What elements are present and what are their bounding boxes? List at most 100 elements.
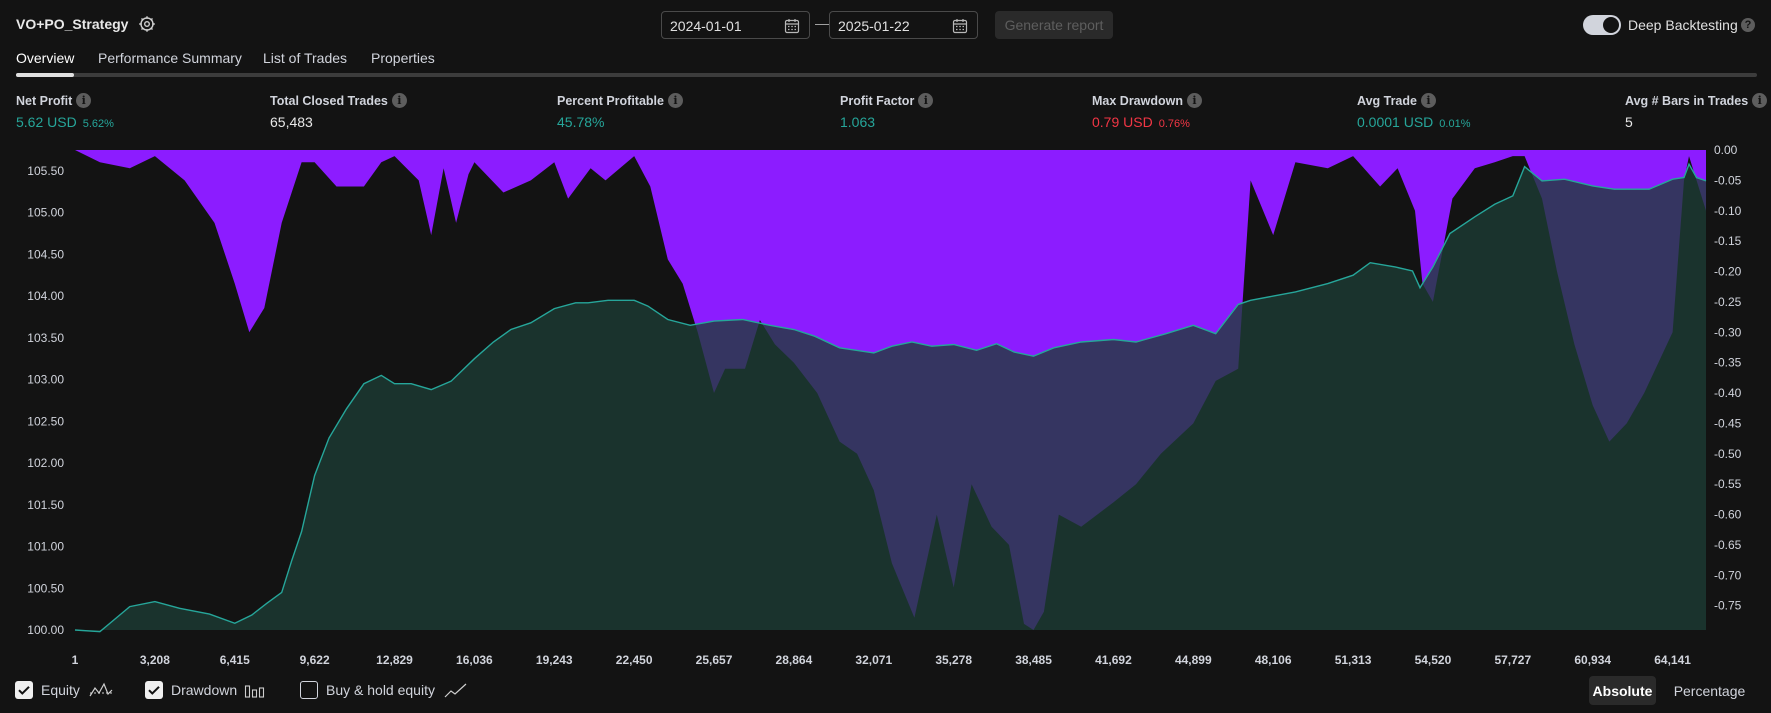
deep-backtesting-label: Deep Backtesting: [1628, 17, 1738, 33]
tab-performance-summary[interactable]: Performance Summary: [98, 50, 242, 66]
tab-properties[interactable]: Properties: [371, 50, 435, 66]
legend-drawdown[interactable]: Drawdown: [145, 676, 270, 706]
y-left-tick-label: 105.50: [27, 164, 64, 178]
y-left-tick-label: 104.50: [27, 247, 64, 261]
info-icon[interactable]: i: [391, 93, 407, 109]
y-right-tick-label: -0.75: [1714, 599, 1742, 613]
metric-label: Avg Trade: [1357, 93, 1417, 108]
buy-hold-checkbox[interactable]: [300, 681, 318, 699]
y-left-tick-label: 104.00: [27, 289, 64, 303]
metric-total-closed-trades: Total Closed Trades i 65,483: [270, 92, 407, 132]
percentage-mode-button[interactable]: Percentage: [1668, 676, 1751, 705]
equity-label: Equity: [41, 682, 80, 698]
left-price-axis: 105.50 105.00 104.50 104.00 103.50 103.00 102.…: [27, 164, 64, 637]
top-bar: VO+PO_Strategy — Generate report Deep Ba…: [0, 0, 1771, 50]
metric-avg-trade: Avg Trade i 0.0001 USD 0.01%: [1357, 92, 1470, 132]
y-right-tick-label: -0.35: [1714, 356, 1742, 370]
y-right-tick-label: -0.05: [1714, 173, 1742, 187]
info-icon[interactable]: i: [1752, 93, 1768, 109]
x-tick-label: 41,692: [1095, 653, 1132, 667]
y-right-tick-label: -0.10: [1714, 204, 1742, 218]
y-right-tick-label: -0.50: [1714, 447, 1742, 461]
y-left-tick-label: 101.00: [27, 540, 64, 554]
y-right-tick-label: -0.30: [1714, 325, 1742, 339]
metric-percent-profitable: Percent Profitable i 45.78%: [557, 92, 683, 132]
y-left-tick-label: 103.00: [27, 373, 64, 387]
x-tick-label: 1: [72, 653, 79, 667]
info-icon[interactable]: i: [667, 93, 683, 109]
calendar-icon[interactable]: [784, 18, 800, 34]
end-date-input[interactable]: [838, 17, 948, 35]
y-left-tick-label: 105.00: [27, 206, 64, 220]
equity-drawdown-chart[interactable]: 105.50 105.00 104.50 104.00 103.50 103.00 102.…: [0, 140, 1771, 670]
x-tick-label: 32,071: [855, 653, 892, 667]
tab-overview[interactable]: Overview: [16, 50, 74, 66]
right-drawdown-axis: 0.00 -0.05 -0.10 -0.15 -0.20 -0.25 -0.30 -0.35 -…: [1714, 143, 1742, 613]
generate-report-button[interactable]: Generate report: [995, 11, 1113, 39]
equity-checkbox[interactable]: [15, 681, 33, 699]
percent-profitable-value: 45.78%: [557, 114, 605, 130]
y-right-tick-label: -0.45: [1714, 416, 1742, 430]
y-left-tick-label: 100.50: [27, 581, 64, 595]
drawdown-label: Drawdown: [171, 682, 238, 698]
x-tick-label: 48,106: [1255, 653, 1292, 667]
legend-buy-hold-equity[interactable]: Buy & hold equity: [300, 676, 480, 706]
metric-label: Max Drawdown: [1092, 93, 1183, 108]
y-right-tick-label: -0.25: [1714, 295, 1742, 309]
avg-trade-value: 0.0001 USD: [1357, 114, 1434, 130]
avg-trade-percent: 0.01%: [1439, 118, 1471, 130]
total-closed-trades-value: 65,483: [270, 114, 313, 130]
buy-hold-line-icon: [444, 682, 468, 705]
x-trade-axis: 1 3,208 6,415 9,622 12,829 16,036 19,243 22,450…: [72, 653, 1692, 667]
x-tick-label: 9,622: [300, 653, 330, 667]
x-tick-label: 28,864: [776, 653, 813, 667]
calendar-icon[interactable]: [952, 18, 968, 34]
buy-hold-label: Buy & hold equity: [326, 682, 435, 698]
max-drawdown-value: 0.79 USD: [1092, 114, 1153, 130]
info-icon[interactable]: i: [1420, 93, 1436, 109]
deep-backtesting-toggle[interactable]: [1583, 15, 1621, 35]
tab-list-of-trades[interactable]: List of Trades: [263, 50, 347, 66]
net-profit-percent: 5.62%: [82, 118, 114, 130]
metric-net-profit: Net Profit i 5.62 USD 5.62%: [16, 92, 114, 132]
x-tick-label: 60,934: [1574, 653, 1611, 667]
metric-label: Profit Factor: [840, 93, 915, 108]
drawdown-checkbox[interactable]: [145, 681, 163, 699]
start-date-field[interactable]: [661, 11, 810, 39]
legend-equity[interactable]: Equity: [15, 676, 115, 706]
help-icon[interactable]: ?: [1741, 18, 1755, 32]
metric-avg-bars: Avg # Bars in Trades i 5: [1625, 92, 1768, 132]
info-icon[interactable]: i: [918, 93, 934, 109]
info-icon[interactable]: i: [1187, 93, 1202, 109]
x-tick-label: 25,657: [696, 653, 733, 667]
x-tick-label: 38,485: [1015, 653, 1052, 667]
x-tick-label: 54,520: [1415, 653, 1452, 667]
y-right-tick-label: -0.65: [1714, 538, 1742, 552]
drawdown-bars-icon: [244, 682, 266, 705]
net-profit-value: 5.62 USD: [16, 114, 77, 130]
strategy-name: VO+PO_Strategy: [16, 16, 129, 32]
date-separator: —: [815, 15, 829, 31]
metric-label: Total Closed Trades: [270, 93, 388, 108]
x-tick-label: 57,727: [1494, 653, 1531, 667]
x-tick-label: 19,243: [536, 653, 573, 667]
y-right-tick-label: -0.15: [1714, 234, 1742, 248]
y-right-tick-label: -0.55: [1714, 477, 1742, 491]
absolute-mode-button[interactable]: Absolute: [1589, 676, 1656, 705]
y-left-tick-label: 103.50: [27, 331, 64, 345]
x-tick-label: 12,829: [376, 653, 413, 667]
metric-label: Net Profit: [16, 93, 73, 108]
x-tick-label: 64,141: [1654, 653, 1691, 667]
y-left-tick-label: 100.00: [27, 623, 64, 637]
start-date-input[interactable]: [670, 17, 780, 35]
x-tick-label: 3,208: [140, 653, 170, 667]
settings-gear-icon[interactable]: [138, 15, 156, 33]
profit-factor-value: 1.063: [840, 114, 876, 130]
y-right-tick-label: 0.00: [1714, 143, 1738, 157]
x-tick-label: 44,899: [1175, 653, 1212, 667]
tab-active-indicator: [16, 73, 74, 77]
info-icon[interactable]: i: [76, 93, 92, 109]
metrics-strip: Net Profit i 5.62 USD 5.62% Total Closed T…: [0, 92, 1771, 132]
end-date-field[interactable]: [829, 11, 978, 39]
y-right-tick-label: -0.70: [1714, 568, 1742, 582]
